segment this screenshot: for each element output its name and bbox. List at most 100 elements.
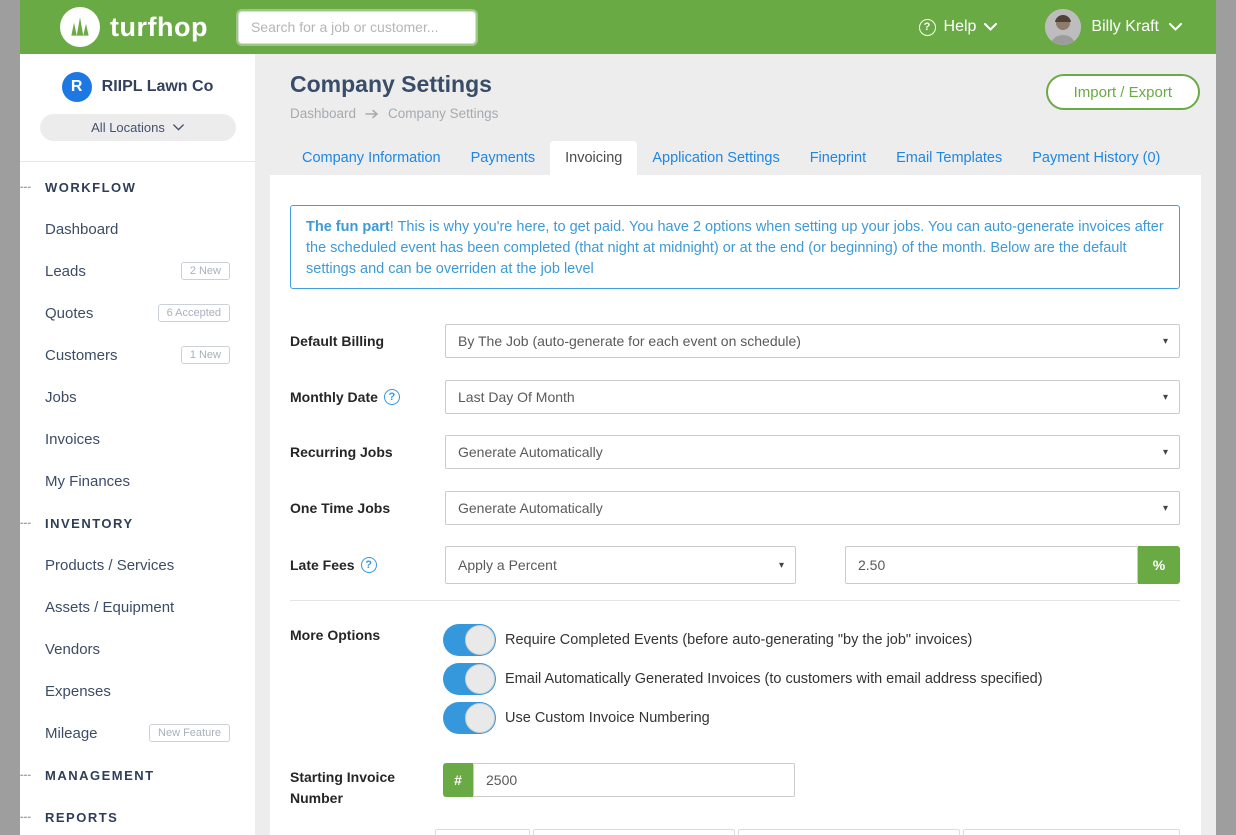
sidebar-item-dashboard[interactable]: Dashboard bbox=[20, 208, 255, 250]
sidebar-item-invoices[interactable]: Invoices bbox=[20, 418, 255, 460]
help-icon bbox=[919, 19, 936, 36]
one-time-jobs-select[interactable]: Generate Automatically bbox=[445, 491, 1180, 525]
sidebar-item-leads[interactable]: Leads 2 New bbox=[20, 250, 255, 292]
more-options-label: More Options bbox=[290, 627, 440, 643]
sidebar-item-products-services[interactable]: Products / Services bbox=[20, 544, 255, 586]
section-collapse-dashes-icon bbox=[20, 517, 31, 529]
select-arrow-icon bbox=[779, 560, 784, 571]
hash-addon: # bbox=[443, 763, 473, 797]
late-fee-amount-input[interactable] bbox=[845, 546, 1138, 584]
monthly-date-select[interactable]: Last Day Of Month bbox=[445, 380, 1180, 414]
breadcrumb: Dashboard Company Settings bbox=[290, 106, 498, 121]
email-generated-invoices-toggle[interactable] bbox=[443, 663, 496, 695]
cut-off-input[interactable] bbox=[963, 829, 1180, 835]
require-completed-events-toggle[interactable] bbox=[443, 624, 496, 656]
select-arrow-icon bbox=[1163, 336, 1168, 347]
tab-email-templates[interactable]: Email Templates bbox=[881, 141, 1017, 175]
sidebar-nav: WORKFLOW Dashboard Leads 2 New Quotes 6 … bbox=[20, 166, 255, 835]
help-label: Help bbox=[944, 18, 977, 36]
percent-addon: % bbox=[1138, 546, 1180, 584]
toggle-row-email-generated-invoices: Email Automatically Generated Invoices (… bbox=[443, 663, 1043, 695]
sidebar-item-my-finances[interactable]: My Finances bbox=[20, 460, 255, 502]
tab-payment-history[interactable]: Payment History (0) bbox=[1017, 141, 1175, 175]
brand-logo[interactable]: turfhop bbox=[60, 7, 208, 47]
turfhop-grass-icon bbox=[60, 7, 100, 47]
sidebar-item-quotes[interactable]: Quotes 6 Accepted bbox=[20, 292, 255, 334]
main-content: Company Settings Dashboard Company Setti… bbox=[255, 54, 1216, 835]
cut-off-input[interactable] bbox=[738, 829, 960, 835]
company-row: R RIIPL Lawn Co bbox=[20, 54, 255, 102]
settings-tabs: Company Information Payments Invoicing A… bbox=[287, 141, 1175, 175]
invoicing-panel: The fun part! This is why you're here, t… bbox=[270, 175, 1201, 835]
all-locations-label: All Locations bbox=[91, 120, 165, 135]
sidebar-item-jobs[interactable]: Jobs bbox=[20, 376, 255, 418]
breadcrumb-current: Company Settings bbox=[388, 106, 498, 121]
breadcrumb-dashboard[interactable]: Dashboard bbox=[290, 106, 356, 121]
cut-off-input[interactable] bbox=[435, 829, 530, 835]
sidebar-item-expenses[interactable]: Expenses bbox=[20, 670, 255, 712]
tab-invoicing[interactable]: Invoicing bbox=[550, 141, 637, 175]
one-time-jobs-label: One Time Jobs bbox=[290, 500, 440, 516]
select-arrow-icon bbox=[1163, 392, 1168, 403]
top-navbar: turfhop Help bbox=[20, 0, 1216, 54]
sidebar-item-customers[interactable]: Customers 1 New bbox=[20, 334, 255, 376]
default-billing-label: Default Billing bbox=[290, 333, 440, 349]
tab-company-information[interactable]: Company Information bbox=[287, 141, 456, 175]
page-title: Company Settings bbox=[290, 71, 492, 98]
brand-name: turfhop bbox=[110, 12, 208, 43]
late-fees-label: Late Fees bbox=[290, 557, 440, 573]
leads-badge: 2 New bbox=[181, 262, 230, 280]
toggle-knob bbox=[465, 625, 495, 655]
chevron-down-icon bbox=[173, 124, 184, 131]
sidebar-section-workflow[interactable]: WORKFLOW bbox=[20, 166, 255, 208]
monthly-date-label: Monthly Date bbox=[290, 389, 440, 405]
search-input[interactable] bbox=[238, 11, 476, 44]
tab-payments[interactable]: Payments bbox=[456, 141, 550, 175]
sidebar-section-reports[interactable]: REPORTS bbox=[20, 796, 255, 835]
section-collapse-dashes-icon bbox=[20, 811, 31, 823]
late-fees-help-icon[interactable] bbox=[361, 557, 377, 573]
company-avatar: R bbox=[62, 72, 92, 102]
user-name: Billy Kraft bbox=[1091, 18, 1159, 36]
toggle-knob bbox=[465, 703, 495, 733]
sidebar-section-management[interactable]: MANAGEMENT bbox=[20, 754, 255, 796]
mileage-badge: New Feature bbox=[149, 724, 230, 742]
import-export-button[interactable]: Import / Export bbox=[1046, 74, 1200, 110]
starting-invoice-number-input[interactable] bbox=[473, 763, 795, 797]
sidebar-item-vendors[interactable]: Vendors bbox=[20, 628, 255, 670]
intro-bold: The fun part bbox=[306, 219, 390, 235]
avatar bbox=[1045, 9, 1081, 45]
default-billing-select[interactable]: By The Job (auto-generate for each event… bbox=[445, 324, 1180, 358]
invoicing-intro-note: The fun part! This is why you're here, t… bbox=[290, 205, 1180, 289]
sidebar-header: R RIIPL Lawn Co All Locations bbox=[20, 54, 255, 162]
chevron-down-icon bbox=[984, 23, 997, 31]
sidebar-section-inventory[interactable]: INVENTORY bbox=[20, 502, 255, 544]
toggle-row-require-completed-events: Require Completed Events (before auto-ge… bbox=[443, 624, 972, 656]
toggle-knob bbox=[465, 664, 495, 694]
sidebar: R RIIPL Lawn Co All Locations WORKFLOW D… bbox=[20, 54, 255, 835]
all-locations-dropdown[interactable]: All Locations bbox=[40, 114, 236, 141]
app-window: turfhop Help bbox=[20, 0, 1216, 835]
section-collapse-dashes-icon bbox=[20, 181, 31, 193]
sidebar-item-assets-equipment[interactable]: Assets / Equipment bbox=[20, 586, 255, 628]
late-fees-type-select[interactable]: Apply a Percent bbox=[445, 546, 796, 584]
recurring-jobs-select[interactable]: Generate Automatically bbox=[445, 435, 1180, 469]
recurring-jobs-label: Recurring Jobs bbox=[290, 444, 440, 460]
sidebar-item-mileage[interactable]: Mileage New Feature bbox=[20, 712, 255, 754]
tab-fineprint[interactable]: Fineprint bbox=[795, 141, 881, 175]
tab-application-settings[interactable]: Application Settings bbox=[637, 141, 794, 175]
user-menu[interactable]: Billy Kraft bbox=[1045, 9, 1182, 45]
toggle-row-custom-invoice-numbering: Use Custom Invoice Numbering bbox=[443, 702, 710, 734]
select-arrow-icon bbox=[1163, 503, 1168, 514]
screen: turfhop Help bbox=[0, 0, 1236, 835]
help-menu[interactable]: Help bbox=[919, 18, 998, 36]
quotes-badge: 6 Accepted bbox=[158, 304, 230, 322]
monthly-date-help-icon[interactable] bbox=[384, 389, 400, 405]
arrow-right-icon bbox=[365, 109, 379, 119]
chevron-down-icon bbox=[1169, 23, 1182, 31]
cut-off-input[interactable] bbox=[533, 829, 735, 835]
intro-text: ! This is why you're here, to get paid. … bbox=[306, 219, 1164, 277]
custom-invoice-numbering-toggle[interactable] bbox=[443, 702, 496, 734]
section-collapse-dashes-icon bbox=[20, 769, 31, 781]
customers-badge: 1 New bbox=[181, 346, 230, 364]
